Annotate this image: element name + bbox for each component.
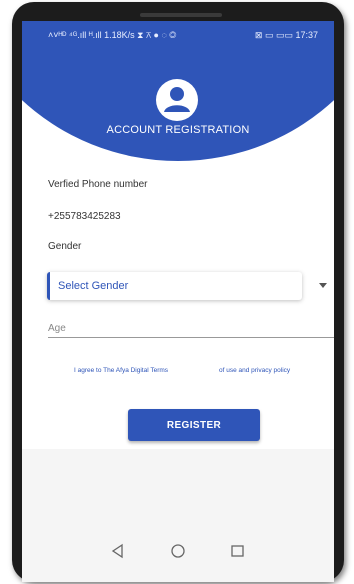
status-right: ⊠ ▭ ▭▭ 17:37 (254, 30, 318, 40)
triangle-down-icon[interactable] (319, 283, 327, 288)
status-bar: ˄˅ᴴᴰ ⁴ᴳ.ıll ᴴ.ıll 1.18K/s ⧗ ⊼ ● ◌ ◎ ⊠ ▭ … (22, 21, 334, 49)
triangle-left-icon[interactable] (108, 541, 128, 561)
age-input[interactable] (48, 319, 334, 338)
phone-value: +255783425283 (48, 211, 121, 222)
square-icon[interactable] (228, 541, 248, 561)
gender-label: Gender (48, 241, 82, 252)
user-avatar-icon (156, 79, 198, 121)
app-screen: ˄˅ᴴᴰ ⁴ᴳ.ıll ᴴ.ıll 1.18K/s ⧗ ⊼ ● ◌ ◎ ⊠ ▭ … (22, 21, 334, 582)
terms-text[interactable]: I agree to The Afya Digital Terms (74, 367, 168, 374)
circle-icon[interactable] (168, 541, 188, 561)
gender-select[interactable]: Select Gender (47, 272, 302, 300)
register-button[interactable]: REGISTER (128, 409, 260, 441)
privacy-text[interactable]: of use and privacy policy (219, 367, 290, 374)
phone-speaker (140, 13, 222, 17)
gender-select-value: Select Gender (58, 280, 129, 292)
status-left: ˄˅ᴴᴰ ⁴ᴳ.ıll ᴴ.ıll 1.18K/s ⧗ ⊼ ● ◌ ◎ (48, 30, 177, 40)
phone-label: Verfied Phone number (48, 179, 148, 190)
phone-frame: ˄˅ᴴᴰ ⁴ᴳ.ıll ᴴ.ıll 1.18K/s ⧗ ⊼ ● ◌ ◎ ⊠ ▭ … (12, 2, 344, 582)
android-nav-bar (22, 531, 334, 571)
page-title: ACCOUNT REGISTRATION (106, 124, 250, 136)
